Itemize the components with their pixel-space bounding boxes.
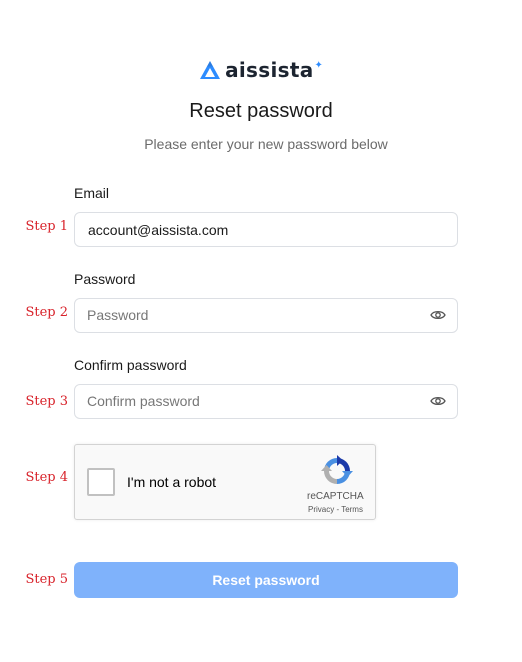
email-label: Email xyxy=(74,185,110,201)
page-subtitle: Please enter your new password below xyxy=(144,136,388,152)
confirm-password-field[interactable] xyxy=(87,385,417,417)
sparkle-icon: ✦ xyxy=(314,59,323,71)
recaptcha-privacy-terms-link[interactable]: Privacy - Terms xyxy=(308,505,363,514)
password-label: Password xyxy=(74,271,136,287)
step-annotation-1: Step 1 xyxy=(25,219,68,234)
eye-icon[interactable] xyxy=(430,394,446,408)
recaptcha-brand: reCAPTCHA xyxy=(307,491,364,502)
step-annotation-3: Step 3 xyxy=(25,394,68,409)
page-title: Reset password xyxy=(189,100,333,122)
brand-name: aissista xyxy=(225,58,314,82)
recaptcha-checkbox[interactable] xyxy=(87,468,115,496)
email-field[interactable] xyxy=(88,213,418,246)
reset-password-button[interactable]: Reset password xyxy=(74,562,458,598)
step-annotation-5: Step 5 xyxy=(25,572,68,587)
email-field-wrapper xyxy=(74,212,458,247)
step-annotation-4: Step 4 xyxy=(25,470,68,485)
step-annotation-2: Step 2 xyxy=(25,305,68,320)
recaptcha-widget: I'm not a robot reCAPTCHA Privacy - Term… xyxy=(74,444,376,520)
password-field[interactable] xyxy=(87,299,417,331)
eye-icon[interactable] xyxy=(430,308,446,322)
brand-logo: aissista ✦ xyxy=(0,56,522,84)
recaptcha-label: I'm not a robot xyxy=(127,474,217,490)
recaptcha-logo-icon xyxy=(321,455,353,484)
confirm-password-label: Confirm password xyxy=(74,357,187,373)
confirm-password-field-wrapper xyxy=(74,384,458,419)
aissista-logo-icon xyxy=(200,61,221,79)
password-field-wrapper xyxy=(74,298,458,333)
